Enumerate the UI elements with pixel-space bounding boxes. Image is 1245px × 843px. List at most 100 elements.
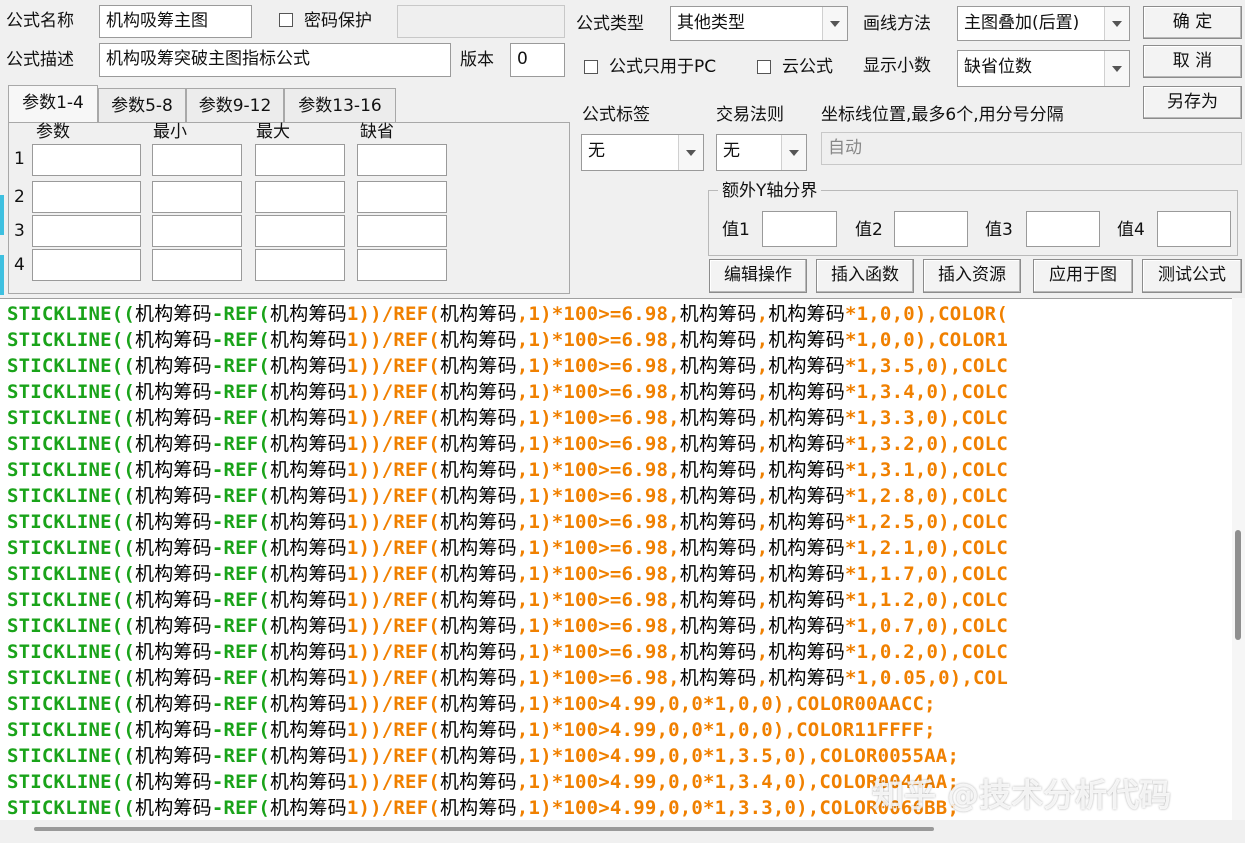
- edit-operation-button[interactable]: 编辑操作: [709, 259, 807, 293]
- param-min-input[interactable]: [152, 249, 242, 281]
- code-token: 机构筹码: [439, 511, 517, 533]
- code-token: 机构筹码: [768, 563, 846, 585]
- save-as-button[interactable]: 另存为: [1143, 86, 1242, 119]
- cancel-button[interactable]: 取 消: [1143, 45, 1242, 78]
- code-token: *1,2.1,0),COLC: [845, 537, 1008, 559]
- code-token: 机构筹码: [135, 537, 212, 559]
- apply-to-chart-button[interactable]: 应用于图: [1033, 259, 1133, 293]
- code-token: 1))/REF(: [346, 381, 440, 403]
- formula-name-field[interactable]: 机构吸筹主图: [99, 5, 252, 38]
- param-max-input[interactable]: [255, 249, 345, 281]
- formula-type-select[interactable]: 其他类型: [670, 6, 848, 41]
- code-token: *1,2.5,0),COLC: [845, 511, 1008, 533]
- code-token: STICKLINE((: [7, 381, 136, 403]
- formula-type-value: 其他类型: [677, 13, 745, 33]
- param-default-input[interactable]: [357, 144, 447, 176]
- chevron-down-icon[interactable]: [1104, 51, 1129, 86]
- param-row-index: 1: [14, 149, 25, 169]
- scrollbar-thumb[interactable]: [1235, 530, 1241, 640]
- horizontal-scrollbar[interactable]: [0, 820, 1245, 843]
- code-token: 机构筹码: [270, 381, 347, 403]
- code-token: 1))/REF(: [346, 485, 440, 507]
- param-min-input[interactable]: [152, 144, 242, 176]
- insert-resource-button[interactable]: 插入资源: [923, 259, 1021, 293]
- code-token: 机构筹码: [135, 329, 212, 351]
- code-line: STICKLINE((机构筹码-REF(机构筹码1))/REF(机构筹码,1)*…: [7, 613, 1008, 639]
- param-name-input[interactable]: [32, 215, 141, 247]
- code-token: 机构筹码: [768, 459, 846, 481]
- param-default-input[interactable]: [357, 181, 447, 213]
- param-name-input[interactable]: [32, 249, 141, 281]
- code-token: 机构筹码: [439, 407, 517, 429]
- code-token: 机构筹码: [135, 303, 212, 325]
- code-token: 1))/REF(: [346, 615, 440, 637]
- code-line: STICKLINE((机构筹码-REF(机构筹码1))/REF(机构筹码,1)*…: [7, 327, 1008, 353]
- coord-line-field: 自动: [821, 132, 1242, 165]
- code-token: 1)*100>4.99,0,0*1,0,0),COLOR00AACC;: [528, 693, 936, 715]
- formula-desc-field[interactable]: 机构吸筹突破主图指标公式: [99, 43, 451, 77]
- code-token: 1)*100>=6.98,: [528, 589, 680, 611]
- insert-function-button[interactable]: 插入函数: [816, 259, 914, 293]
- draw-method-select[interactable]: 主图叠加(后置): [957, 6, 1130, 41]
- code-token: 1)*100>=6.98,: [528, 407, 680, 429]
- chevron-down-icon[interactable]: [822, 7, 847, 40]
- tab-params-1-4[interactable]: 参数1-4: [8, 85, 98, 123]
- param-min-input[interactable]: [152, 181, 242, 213]
- y-value-1-label: 值1: [722, 220, 750, 240]
- version-field[interactable]: 0: [510, 43, 565, 77]
- code-token: ,: [756, 511, 769, 533]
- y-value-4-input[interactable]: [1157, 211, 1231, 247]
- y-value-3-input[interactable]: [1026, 211, 1100, 247]
- param-min-input[interactable]: [152, 215, 242, 247]
- param-max-input[interactable]: [255, 144, 345, 176]
- code-token: ,: [516, 771, 529, 793]
- param-default-input[interactable]: [357, 249, 447, 281]
- code-token: STICKLINE((: [7, 797, 136, 819]
- code-token: 1))/REF(: [346, 589, 440, 611]
- param-max-input[interactable]: [255, 181, 345, 213]
- test-formula-button[interactable]: 测试公式: [1142, 259, 1242, 293]
- param-row-index: 2: [14, 187, 25, 207]
- cloud-checkbox[interactable]: [757, 60, 771, 74]
- code-token: *1,1.7,0),COLC: [845, 563, 1008, 585]
- code-token: ,: [516, 303, 529, 325]
- trade-rule-select[interactable]: 无: [716, 134, 807, 171]
- chevron-down-icon[interactable]: [1104, 7, 1129, 40]
- tab-params-13-16[interactable]: 参数13-16: [284, 88, 396, 122]
- chevron-down-icon[interactable]: [781, 135, 806, 170]
- code-line: STICKLINE((机构筹码-REF(机构筹码1))/REF(机构筹码,1)*…: [7, 717, 936, 743]
- draw-method-value: 主图叠加(后置): [964, 13, 1080, 33]
- tab-params-5-8[interactable]: 参数5-8: [98, 88, 186, 122]
- code-token: 1))/REF(: [346, 537, 440, 559]
- password-checkbox[interactable]: [279, 13, 293, 27]
- tab-params-9-12[interactable]: 参数9-12: [186, 88, 284, 122]
- code-token: 机构筹码: [135, 459, 212, 481]
- code-token: 机构筹码: [679, 355, 757, 377]
- password-label: 密码保护: [304, 11, 372, 31]
- code-token: -REF(: [211, 511, 271, 533]
- scrollbar-thumb[interactable]: [34, 827, 934, 831]
- param-default-input[interactable]: [357, 215, 447, 247]
- formula-tag-select[interactable]: 无: [581, 134, 704, 171]
- code-token: 机构筹码: [135, 797, 212, 819]
- code-editor[interactable]: STICKLINE((机构筹码-REF(机构筹码1))/REF(机构筹码,1)*…: [0, 298, 1232, 821]
- code-line: STICKLINE((机构筹码-REF(机构筹码1))/REF(机构筹码,1)*…: [7, 769, 959, 795]
- pc-only-checkbox[interactable]: [584, 60, 598, 74]
- code-line: STICKLINE((机构筹码-REF(机构筹码1))/REF(机构筹码,1)*…: [7, 535, 1008, 561]
- code-token: *1,1.2,0),COLC: [845, 589, 1008, 611]
- y-value-2-input[interactable]: [894, 211, 968, 247]
- ok-button[interactable]: 确 定: [1143, 6, 1242, 39]
- y-value-1-input[interactable]: [762, 211, 837, 247]
- chevron-down-icon[interactable]: [678, 135, 703, 170]
- code-token: 机构筹码: [439, 355, 517, 377]
- code-token: -REF(: [211, 797, 271, 819]
- code-token: 1)*100>=6.98,: [528, 303, 680, 325]
- param-max-input[interactable]: [255, 215, 345, 247]
- code-token: 机构筹码: [679, 459, 757, 481]
- param-name-input[interactable]: [32, 144, 141, 176]
- code-token: ,: [516, 511, 529, 533]
- vertical-scrollbar[interactable]: [1232, 298, 1245, 820]
- decimal-select[interactable]: 缺省位数: [957, 50, 1130, 87]
- param-name-input[interactable]: [32, 181, 141, 213]
- code-token: 机构筹码: [270, 641, 347, 663]
